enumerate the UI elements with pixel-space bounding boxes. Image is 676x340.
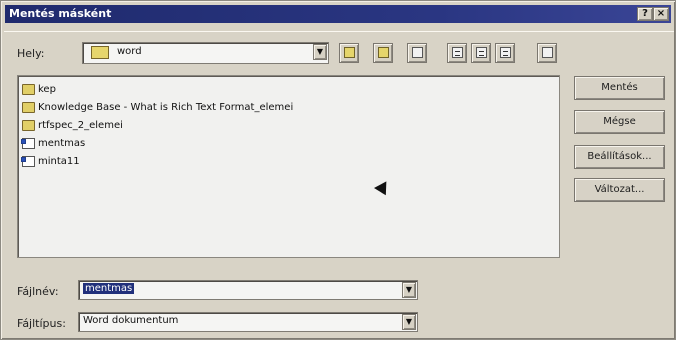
- window-title: Mentés másként: [9, 7, 112, 20]
- location-value: word: [117, 46, 142, 57]
- preview-icon: [542, 47, 553, 58]
- file-name: rtfspec_2_elemei: [38, 120, 123, 131]
- file-name: kep: [38, 84, 56, 95]
- folder-icon: [22, 84, 35, 95]
- filename-field[interactable]: mentmas ▼: [78, 280, 418, 300]
- save-button[interactable]: Mentés: [574, 76, 665, 100]
- desktop-icon: [378, 47, 389, 58]
- close-button[interactable]: ×: [653, 7, 669, 21]
- details-view-button[interactable]: [471, 43, 491, 63]
- list-item[interactable]: rtfspec_2_elemei: [22, 118, 123, 134]
- folder-icon: [22, 102, 35, 113]
- new-folder-button[interactable]: [407, 43, 427, 63]
- version-button[interactable]: Változat...: [574, 178, 665, 202]
- list-view-button[interactable]: [447, 43, 467, 63]
- list-view-icon: [452, 47, 463, 58]
- preview-button[interactable]: [537, 43, 557, 63]
- filetype-value: Word dokumentum: [83, 315, 179, 326]
- document-icon: [21, 156, 35, 167]
- list-item[interactable]: Knowledge Base - What is Rich Text Forma…: [22, 100, 294, 116]
- filetype-dropdown-arrow[interactable]: ▼: [402, 314, 416, 330]
- list-item[interactable]: kep: [22, 82, 56, 98]
- folder-icon: [91, 46, 109, 59]
- list-item[interactable]: mentmas: [21, 136, 86, 152]
- location-label: Hely:: [17, 47, 45, 60]
- list-item[interactable]: minta11: [21, 154, 80, 170]
- title-bar: Mentés másként ? ×: [5, 5, 671, 23]
- save-as-dialog: Mentés másként ? × Hely: word ▼ kep Know…: [0, 0, 676, 340]
- details-view-icon: [476, 47, 487, 58]
- settings-button[interactable]: Beállítások...: [574, 145, 665, 169]
- up-folder-icon: [344, 47, 355, 58]
- new-folder-icon: [412, 47, 423, 58]
- close-icon: ×: [656, 8, 666, 19]
- file-list[interactable]: kep Knowledge Base - What is Rich Text F…: [17, 75, 560, 258]
- location-dropdown-arrow[interactable]: ▼: [313, 44, 327, 60]
- location-dropdown[interactable]: word ▼: [82, 42, 329, 64]
- up-folder-button[interactable]: [339, 43, 359, 63]
- filename-label: Fájlnév:: [17, 285, 59, 298]
- file-name: Knowledge Base - What is Rich Text Forma…: [38, 102, 294, 113]
- filetype-dropdown[interactable]: Word dokumentum ▼: [78, 312, 418, 332]
- properties-icon: [500, 47, 511, 58]
- help-icon: ?: [642, 8, 648, 19]
- file-name: minta11: [38, 156, 80, 167]
- file-name: mentmas: [38, 138, 86, 149]
- filetype-label: Fájltípus:: [17, 317, 66, 330]
- filename-dropdown-arrow[interactable]: ▼: [402, 282, 416, 298]
- properties-button[interactable]: [495, 43, 515, 63]
- folder-icon: [22, 120, 35, 131]
- help-button[interactable]: ?: [637, 7, 653, 21]
- document-icon: [21, 138, 35, 149]
- desktop-button[interactable]: [373, 43, 393, 63]
- filename-value: mentmas: [83, 283, 135, 294]
- cancel-button[interactable]: Mégse: [574, 110, 665, 134]
